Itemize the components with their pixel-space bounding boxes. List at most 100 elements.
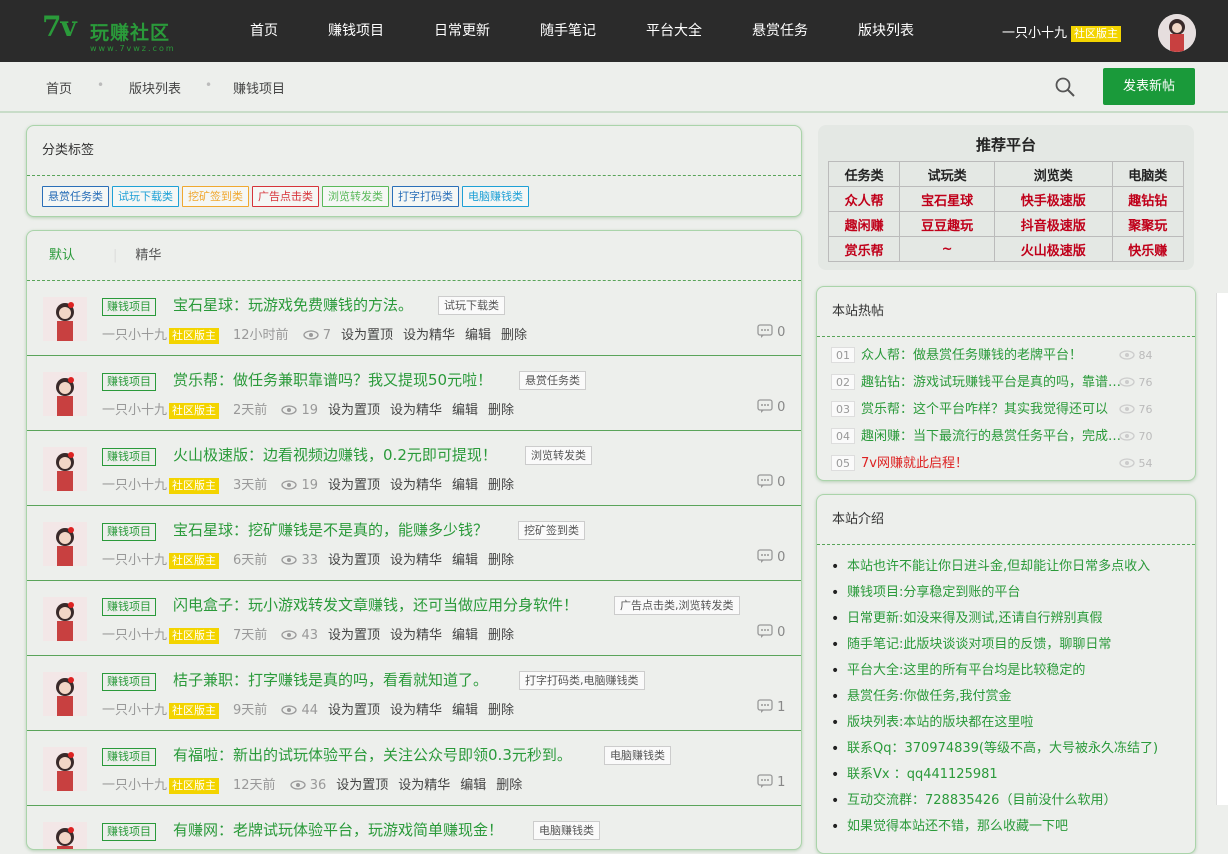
- site-logo[interactable]: 7v 玩赚社区 www.7vwz.com: [42, 8, 192, 56]
- post-category[interactable]: 赚钱项目: [102, 373, 156, 391]
- post-author[interactable]: 一只小十九: [102, 628, 167, 643]
- recommend-platform[interactable]: 宝石星球: [899, 186, 995, 212]
- breadcrumb-current[interactable]: 赚钱项目: [233, 78, 285, 97]
- post-author[interactable]: 一只小十九: [102, 778, 167, 793]
- post-action[interactable]: 编辑: [452, 703, 478, 718]
- post-action[interactable]: 删除: [496, 778, 522, 793]
- post-author-avatar[interactable]: [43, 747, 87, 791]
- post-action[interactable]: 编辑: [452, 403, 478, 418]
- post-title[interactable]: 宝石星球：玩游戏免费赚钱的方法。: [173, 294, 413, 315]
- recommend-platform[interactable]: ~: [899, 236, 995, 262]
- post-title[interactable]: 闪电盒子：玩小游戏转发文章赚钱，还可当做应用分身软件！: [173, 594, 578, 615]
- post-action[interactable]: 设为精华: [390, 553, 442, 568]
- post-category[interactable]: 赚钱项目: [102, 823, 156, 841]
- post-title[interactable]: 有福啦：新出的试玩体验平台，关注公众号即领0.3元秒到。: [173, 744, 572, 765]
- post-action[interactable]: 设为置顶: [328, 478, 380, 493]
- recommend-platform[interactable]: 豆豆趣玩: [899, 211, 995, 237]
- post-author[interactable]: 一只小十九: [102, 703, 167, 718]
- post-author[interactable]: 一只小十九: [102, 553, 167, 568]
- nav-platforms[interactable]: 平台大全: [646, 0, 702, 62]
- tab-default[interactable]: 默认: [49, 248, 75, 263]
- post-action[interactable]: 设为精华: [403, 328, 455, 343]
- post-tag[interactable]: 打字打码类,电脑赚钱类: [519, 671, 645, 690]
- scrollbar[interactable]: [1216, 293, 1228, 805]
- user-menu[interactable]: 一只小十九 社区版主: [1002, 22, 1122, 42]
- post-category[interactable]: 赚钱项目: [102, 748, 156, 766]
- nav-home[interactable]: 首页: [250, 0, 278, 62]
- post-author-avatar[interactable]: [43, 822, 87, 849]
- nav-bounty-tasks[interactable]: 悬赏任务: [752, 0, 808, 62]
- hot-post-title[interactable]: 趣闲赚：当下最流行的悬赏任务平台，完成任务: [861, 423, 1131, 450]
- post-author-avatar[interactable]: [43, 522, 87, 566]
- post-row[interactable]: 赚钱项目 赏乐帮：做任务兼职靠谱吗？我又提现50元啦！ 悬赏任务类 一只小十九 社区版主…: [27, 356, 801, 431]
- post-action[interactable]: 设为精华: [398, 778, 450, 793]
- post-author[interactable]: 一只小十九: [102, 328, 167, 343]
- post-action[interactable]: 设为置顶: [328, 628, 380, 643]
- post-category[interactable]: 赚钱项目: [102, 598, 156, 616]
- recommend-platform[interactable]: 赏乐帮: [827, 236, 901, 262]
- post-tag[interactable]: 悬赏任务类: [519, 371, 586, 390]
- nav-money-projects[interactable]: 赚钱项目: [328, 0, 384, 62]
- category-tag[interactable]: 浏览转发类: [322, 186, 389, 207]
- post-category[interactable]: 赚钱项目: [102, 298, 156, 316]
- recommend-platform[interactable]: 火山极速版: [993, 236, 1113, 262]
- post-action[interactable]: 编辑: [452, 478, 478, 493]
- recommend-platform[interactable]: 趣钻钻: [1111, 186, 1185, 212]
- breadcrumb-home[interactable]: 首页: [46, 78, 72, 97]
- post-row[interactable]: 赚钱项目 桔子兼职：打字赚钱是真的吗，看看就知道了。 打字打码类,电脑赚钱类 一只小十…: [27, 656, 801, 731]
- post-action[interactable]: 设为置顶: [328, 403, 380, 418]
- post-action[interactable]: 设为置顶: [341, 328, 393, 343]
- post-action[interactable]: 编辑: [465, 328, 491, 343]
- post-author-avatar[interactable]: [43, 297, 87, 341]
- post-title[interactable]: 火山极速版：边看视频边赚钱，0.2元即可提现！: [173, 444, 497, 465]
- hot-post-item[interactable]: 01 众人帮：做悬赏任务赚钱的老牌平台！ 84: [817, 342, 1195, 369]
- post-author-avatar[interactable]: [43, 672, 87, 716]
- post-action[interactable]: 设为精华: [390, 403, 442, 418]
- category-tag[interactable]: 电脑赚钱类: [462, 186, 529, 207]
- category-tag[interactable]: 广告点击类: [252, 186, 319, 207]
- category-tag[interactable]: 挖矿签到类: [182, 186, 249, 207]
- recommend-platform[interactable]: 快手极速版: [993, 186, 1113, 212]
- post-action[interactable]: 删除: [488, 553, 514, 568]
- post-action[interactable]: 编辑: [452, 628, 478, 643]
- post-action[interactable]: 设为置顶: [328, 553, 380, 568]
- post-title[interactable]: 有赚网：老牌试玩体验平台，玩游戏简单赚现金！: [173, 819, 503, 840]
- category-tag[interactable]: 打字打码类: [392, 186, 459, 207]
- post-author[interactable]: 一只小十九: [102, 403, 167, 418]
- post-tag[interactable]: 试玩下载类: [438, 296, 505, 315]
- post-row[interactable]: 赚钱项目 有福啦：新出的试玩体验平台，关注公众号即领0.3元秒到。 电脑赚钱类一只小…: [27, 731, 801, 806]
- post-tag[interactable]: 浏览转发类: [525, 446, 592, 465]
- hot-post-title[interactable]: 趣钻钻：游戏试玩赚钱平台是真的吗，靠谱吗？: [861, 369, 1131, 396]
- post-row[interactable]: 赚钱项目 宝石星球：玩游戏免费赚钱的方法。 试玩下载类 一只小十九 社区版主 12小时前 …: [27, 281, 801, 356]
- post-title[interactable]: 宝石星球：挖矿赚钱是不是真的，能赚多少钱？: [173, 519, 488, 540]
- hot-post-item[interactable]: 04 趣闲赚：当下最流行的悬赏任务平台，完成任务 70: [817, 423, 1195, 450]
- breadcrumb-forum-list[interactable]: 版块列表: [129, 78, 181, 97]
- post-row[interactable]: 赚钱项目 宝石星球：挖矿赚钱是不是真的，能赚多少钱？ 挖矿签到类 一只小十九 社区版主 6…: [27, 506, 801, 581]
- post-category[interactable]: 赚钱项目: [102, 673, 156, 691]
- post-category[interactable]: 赚钱项目: [102, 448, 156, 466]
- post-action[interactable]: 设为精华: [390, 478, 442, 493]
- recommend-platform[interactable]: 快乐赚: [1111, 236, 1185, 262]
- post-action[interactable]: 设为置顶: [336, 778, 388, 793]
- post-author[interactable]: 一只小十九: [102, 478, 167, 493]
- post-tag[interactable]: 电脑赚钱类: [604, 746, 671, 765]
- post-author-avatar[interactable]: [43, 372, 87, 416]
- post-action[interactable]: 编辑: [460, 778, 486, 793]
- post-author-avatar[interactable]: [43, 597, 87, 641]
- nav-notes[interactable]: 随手笔记: [540, 0, 596, 62]
- post-title[interactable]: 赏乐帮：做任务兼职靠谱吗？我又提现50元啦！: [173, 369, 492, 390]
- nav-forum-list[interactable]: 版块列表: [858, 0, 914, 62]
- nav-daily-updates[interactable]: 日常更新: [434, 0, 490, 62]
- post-action[interactable]: 删除: [488, 403, 514, 418]
- post-tag[interactable]: 电脑赚钱类: [533, 821, 600, 840]
- post-action[interactable]: 设为精华: [390, 628, 442, 643]
- category-tag[interactable]: 悬赏任务类: [42, 186, 109, 207]
- post-tag[interactable]: 挖矿签到类: [518, 521, 585, 540]
- post-action[interactable]: 编辑: [452, 553, 478, 568]
- user-avatar[interactable]: [1158, 14, 1196, 52]
- post-row[interactable]: 赚钱项目有赚网：老牌试玩体验平台，玩游戏简单赚现金！ 电脑赚钱类一只小十九社区版主…: [27, 806, 801, 849]
- post-author-avatar[interactable]: [43, 447, 87, 491]
- hot-post-item[interactable]: 02 趣钻钻：游戏试玩赚钱平台是真的吗，靠谱吗？ 76: [817, 369, 1195, 396]
- hot-post-item[interactable]: 05 7v网赚就此启程！ 54: [817, 450, 1195, 477]
- search-icon[interactable]: [1054, 76, 1076, 98]
